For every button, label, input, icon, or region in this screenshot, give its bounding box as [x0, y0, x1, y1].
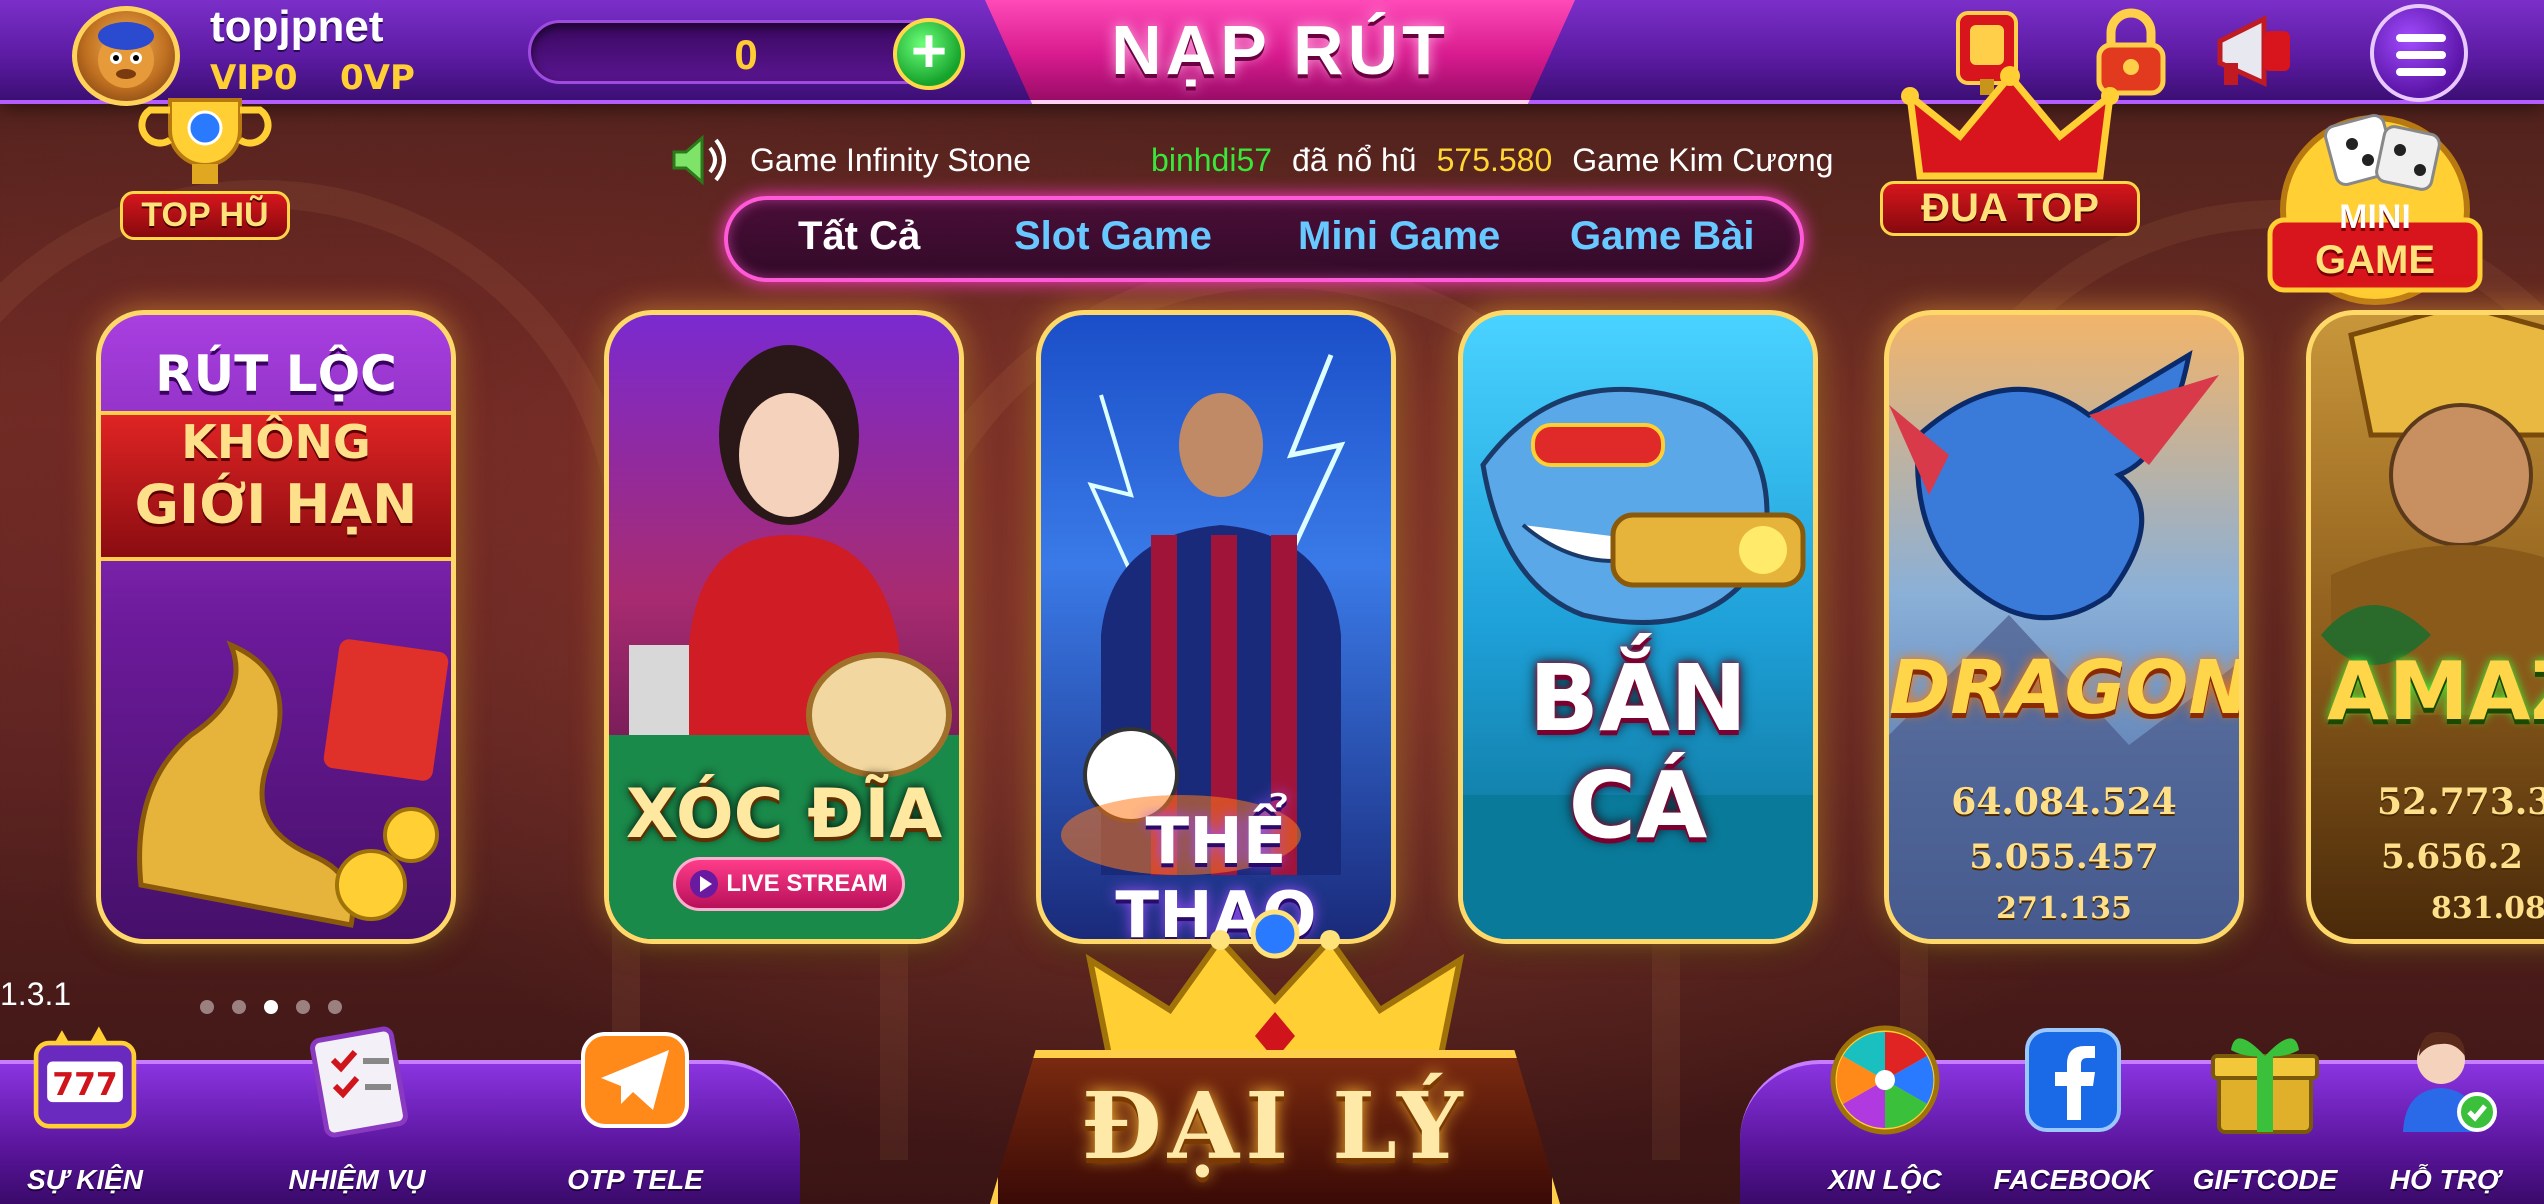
carousel-dots: [200, 1000, 342, 1014]
dua-top-badge[interactable]: ĐUA TOP: [1880, 66, 2140, 236]
ticker-game-2: Game Kim Cương: [1572, 141, 1834, 178]
app-version: 1.3.1: [0, 976, 72, 1012]
tab-slot-game[interactable]: Slot Game: [1014, 214, 1212, 259]
nav-xin-loc-label: XIN LỘC: [1828, 1164, 1942, 1195]
nav-ho-tro-label: HỖ TRỢ: [2389, 1164, 2501, 1195]
amazon-jackpot-major: 5.656.2: [2381, 837, 2523, 877]
mini-game-label-1: MINI: [2339, 198, 2411, 236]
card-the-thao[interactable]: THỂ THAO: [1036, 310, 1396, 944]
lucky-wheel-icon: [1825, 1020, 1945, 1140]
live-stream-label: LIVE STREAM: [726, 870, 888, 897]
carousel-dot[interactable]: [328, 1000, 342, 1014]
dragon-jackpot-major: 5.055.457: [1969, 837, 2159, 877]
xoc-dia-title: XÓC ĐĨA: [625, 775, 943, 854]
category-tabs: Tất Cả Slot Game Mini Game Game Bài: [724, 196, 1804, 282]
top-hu-label: TOP HŨ: [120, 191, 290, 240]
tab-mini-game[interactable]: Mini Game: [1298, 214, 1500, 259]
nap-rut-button[interactable]: NẠP RÚT: [985, 0, 1575, 104]
facebook-icon: [2013, 1020, 2133, 1140]
ban-ca-title: BẮN CÁ: [1528, 645, 1748, 859]
nav-su-kien[interactable]: 777 SỰ KIỆN: [0, 1020, 170, 1204]
top-bar: topjpnet VIP0 0VP 0 + NẠP RÚT: [0, 0, 2544, 106]
nav-nhiem-vu-label: NHIỆM VỤ: [288, 1164, 426, 1195]
gold-crown-icon: [1085, 909, 1465, 1063]
rut-loc-title: RÚT LỘC: [155, 345, 397, 403]
megaphone-icon[interactable]: [2210, 6, 2302, 98]
dragon-jackpot-grand: 64.084.524: [1951, 781, 2177, 823]
ticker-amount: 575.580: [1436, 141, 1553, 178]
card-dragon[interactable]: DRAGON 64.084.524 5.055.457 271.135: [1884, 310, 2244, 944]
card-rut-loc[interactable]: RÚT LỘC KHÔNG GIỚI HẠN: [96, 310, 456, 944]
nav-ho-tro[interactable]: HỖ TRỢ: [2360, 1020, 2530, 1204]
top-hu-badge[interactable]: TOP HŨ: [120, 90, 290, 240]
amazon-jackpot-grand: 52.773.3: [2377, 781, 2544, 823]
deposit-plus-button[interactable]: +: [893, 18, 965, 90]
gift-icon: [2205, 1020, 2325, 1140]
checklist-icon: [297, 1020, 417, 1140]
nav-nhiem-vu[interactable]: NHIỆM VỤ: [272, 1020, 442, 1204]
nav-giftcode[interactable]: GIFTCODE: [2180, 1020, 2350, 1204]
tab-game-bai[interactable]: Game Bài: [1570, 214, 1755, 259]
dai-ly-label: ĐẠI LÝ: [1081, 1072, 1469, 1180]
nap-rut-label: NẠP RÚT: [1111, 11, 1449, 89]
support-icon: [2385, 1020, 2505, 1140]
username: topjpnet: [210, 2, 384, 51]
card-xoc-dia[interactable]: XÓC ĐĨA LIVE STREAM: [604, 310, 964, 944]
dua-top-label: ĐUA TOP: [1880, 181, 2140, 236]
nav-facebook[interactable]: FACEBOOK: [1988, 1020, 2158, 1204]
ticker-player: binhdi57: [1151, 141, 1273, 178]
mini-game-badge[interactable]: MINI GAME: [2260, 110, 2490, 310]
nav-su-kien-label: SỰ KIỆN: [27, 1164, 143, 1195]
nav-otp-tele[interactable]: OTP TELE: [550, 1020, 720, 1204]
svg-text:777: 777: [52, 1067, 118, 1103]
telegram-icon: [575, 1020, 695, 1140]
card-amazon[interactable]: AMAZ 52.773.3 5.656.2 831.084: [2306, 310, 2544, 944]
nav-xin-loc[interactable]: XIN LỘC: [1800, 1020, 1970, 1204]
ticker-action: đã nổ hũ: [1292, 141, 1417, 178]
carousel-dot[interactable]: [200, 1000, 214, 1014]
avatar-icon: [98, 22, 154, 88]
slot-777-icon: 777: [25, 1020, 145, 1140]
amazon-title: AMAZ: [2327, 645, 2544, 738]
nav-giftcode-label: GIFTCODE: [2192, 1164, 2338, 1195]
carousel-dot-active[interactable]: [264, 1000, 278, 1014]
card-ban-ca[interactable]: BẮN CÁ: [1458, 310, 1818, 944]
trophy-icon: [138, 98, 272, 184]
ticker-game-1: Game Infinity Stone: [750, 141, 1032, 178]
golden-dragon-icon: [137, 639, 449, 928]
nav-otp-tele-label: OTP TELE: [567, 1164, 703, 1195]
rut-loc-line-2: KHÔNG: [181, 415, 371, 469]
nav-facebook-label: FACEBOOK: [1993, 1164, 2153, 1195]
carousel-dot[interactable]: [296, 1000, 310, 1014]
vip-points: 0VP: [340, 58, 415, 98]
tab-all[interactable]: Tất Cả: [798, 214, 920, 259]
play-icon: [690, 870, 719, 898]
carousel-dot[interactable]: [232, 1000, 246, 1014]
menu-button[interactable]: [2370, 4, 2468, 102]
dragon-jackpot-minor: 271.135: [1996, 891, 2132, 926]
mini-game-label-2: GAME: [2315, 238, 2435, 282]
amazon-jackpot-minor: 831.084: [2431, 891, 2544, 926]
live-stream-pill: LIVE STREAM: [673, 857, 905, 911]
crown-icon: [1901, 66, 2119, 180]
jackpot-ticker: Game Infinity Stone binhdi57 đã nổ hũ 57…: [670, 132, 1833, 188]
rut-loc-line-3: GIỚI HẠN: [134, 473, 418, 536]
speaker-icon: [670, 132, 730, 188]
dai-ly-button[interactable]: ĐẠI LÝ: [960, 900, 1590, 1204]
dragon-title: DRAGON: [1889, 645, 2244, 731]
